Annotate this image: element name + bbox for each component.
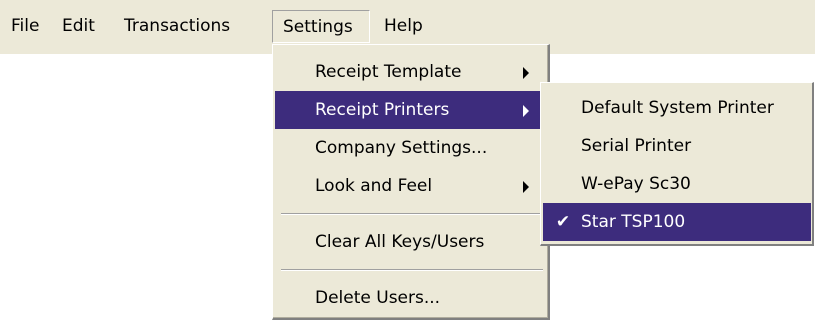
menu-item-label: Default System Printer [581,98,774,118]
menu-item-label: Look and Feel [315,176,433,196]
receipt-printers-submenu: Default System Printer Serial Printer W-… [540,82,814,246]
menu-item-look-and-feel[interactable]: Look and Feel [275,167,543,205]
submenu-arrow-icon [523,181,529,193]
menu-separator [281,213,543,215]
menu-item-company-settings[interactable]: Company Settings... [275,129,543,167]
menu-item-label: W-ePay Sc30 [581,174,691,194]
menu-edit[interactable]: Edit [62,10,95,43]
menu-item-label: Star TSP100 [581,212,686,232]
menu-item-delete-users[interactable]: Delete Users... [275,279,543,317]
menu-item-label: Serial Printer [581,136,692,156]
menu-help[interactable]: Help [384,10,423,43]
submenu-arrow-icon [523,67,529,79]
submenu-arrow-icon [523,105,529,117]
printer-option-star-tsp100[interactable]: ✔ Star TSP100 [543,203,811,241]
menu-item-receipt-template[interactable]: Receipt Template [275,53,543,91]
printer-option-w-epay-sc30[interactable]: W-ePay Sc30 [543,165,811,203]
menu-transactions[interactable]: Transactions [124,10,230,43]
checkmark-icon: ✔ [555,212,571,232]
menu-item-label: Delete Users... [315,288,441,308]
menu-item-receipt-printers[interactable]: Receipt Printers [275,91,543,129]
printer-option-default-system[interactable]: Default System Printer [543,89,811,127]
menu-item-clear-all-keys-users[interactable]: Clear All Keys/Users [275,223,543,261]
printer-option-serial[interactable]: Serial Printer [543,127,811,165]
menu-file[interactable]: File [11,10,39,43]
settings-dropdown-menu: Receipt Template Receipt Printers Compan… [272,44,550,320]
menu-item-label: Company Settings... [315,138,488,158]
menu-separator [281,269,543,271]
menu-settings[interactable]: Settings [272,10,370,43]
menu-item-label: Receipt Template [315,62,462,82]
menu-item-label: Receipt Printers [315,100,450,120]
menu-item-label: Clear All Keys/Users [315,232,485,252]
